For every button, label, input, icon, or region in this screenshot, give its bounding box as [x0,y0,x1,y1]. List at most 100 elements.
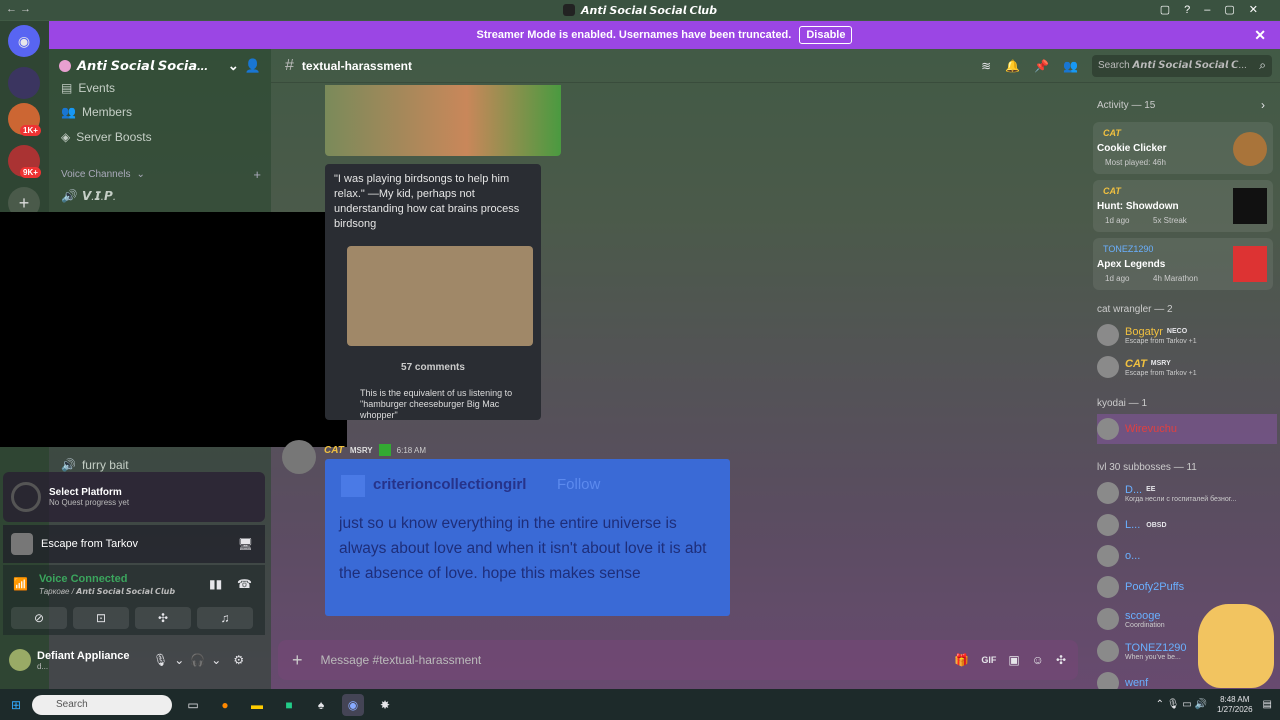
screen-share-icon[interactable]: 🖥 [238,537,253,551]
microphone-icon[interactable]: 🎙 [153,653,168,667]
chevron-down-icon[interactable]: ⌄ [174,653,184,667]
member-item[interactable]: o... [1097,541,1277,571]
voice-channel-vip[interactable]: 🔊 𝙑.𝙄.𝙋. [49,185,271,207]
member-name: Poofy2Puffs [1125,581,1185,593]
disconnect-icon[interactable]: ☎ [237,577,252,591]
discord-icon[interactable]: ◉ [342,693,364,716]
message-author[interactable]: CAT [324,445,344,456]
activity-detail: 4h Marathon [1153,274,1198,283]
pin-icon[interactable]: 📌 [1034,59,1049,73]
member-list-icon[interactable]: 👥 [1063,59,1078,73]
group-header: lvl 30 subbosses — 11 [1097,462,1197,473]
tumblr-post[interactable]: criterioncollectiongirl Follow just so u… [325,459,730,616]
member-item[interactable]: CAT MSRY Escape from Tarkov +1 [1097,352,1277,382]
window-titlebar: ← → 𝘼𝙣𝙩𝙞 𝙎𝙤𝙘𝙞𝙖𝙡 𝙎𝙤𝙘𝙞𝙖𝙡 𝘾𝙡𝙪𝙗 ▢?–▢✕ [0,0,1280,20]
member-item[interactable]: Wirevuchu [1097,414,1277,444]
headphones-icon[interactable]: 🎧 [190,653,205,667]
add-channel-icon[interactable]: + [253,167,261,182]
quest-progress-icon [11,482,41,512]
gif-icon[interactable]: GIF [981,655,996,665]
notification-icon[interactable]: ▤ [1263,699,1272,710]
avatar[interactable] [282,440,316,474]
guild-tag: OBSD [1146,521,1167,529]
voice-channels-header[interactable]: Voice Channels ⌄ + [49,163,271,185]
sidebar-item-events[interactable]: ▤ Events [49,77,271,99]
member-item[interactable]: D... EE Когда несли с госпиталей безног... [1097,478,1277,508]
follow-link[interactable]: Follow [557,476,600,493]
date: 1/27/2026 [1216,704,1253,714]
activity-panel[interactable]: Escape from Tarkov 🖥 [3,525,265,563]
avatar [1097,324,1119,346]
activity-card[interactable]: TONEZ1290 Apex Legends 1d ago 4h Maratho… [1093,238,1273,290]
game-icon[interactable]: ✸ [374,694,396,716]
firefox-icon[interactable]: ● [214,694,236,716]
member-name: CAT [1125,357,1147,370]
voice-channel: Тарковe / 𝘼𝙣𝙩𝙞 𝙎𝙤𝙘𝙞𝙖𝙡 𝙎𝙤𝙘𝙞𝙖𝙡 𝘾𝙡𝙪𝙗 [39,587,176,596]
activities-button[interactable]: ✣ [135,607,191,629]
explorer-icon[interactable]: ▬ [246,694,268,716]
steam-icon[interactable]: ♠ [310,694,332,716]
soundboard-button[interactable]: ♫ [197,607,253,629]
speaker-icon: 🔊 [61,189,76,203]
voice-panel: 📶 Voice Connected Тарковe / 𝘼𝙣𝙩𝙞 𝙎𝙤𝙘𝙞𝙖𝙡 … [3,565,265,635]
taskbar-search[interactable]: Search [32,694,172,715]
cat-image[interactable] [347,246,533,346]
member-item[interactable]: Poofy2Puffs [1097,572,1277,602]
member-item[interactable]: Bogatyr NECO Escape from Tarkov +1 [1097,320,1277,350]
comments-count[interactable]: 57 comments [325,362,541,373]
sticker-icon[interactable]: ▣ [1008,653,1019,667]
avatar [1097,640,1119,662]
screen-share-button[interactable]: ⊡ [73,607,129,629]
nav-back-icon[interactable]: ← → [6,3,31,15]
meme-image[interactable] [325,85,561,156]
discord-home-icon[interactable]: ◉ [8,25,40,57]
sidebar-item-label: Events [78,81,116,95]
sidebar-item-members[interactable]: 👥 Members [49,99,271,125]
invite-icon[interactable]: 👤 [245,58,261,74]
bell-icon[interactable]: 🔔 [1005,59,1020,73]
message-composer[interactable]: + Message #textual-harassment 🎁 GIF ▣ ☺ … [278,640,1078,680]
post-username: criterioncollectiongirl [373,476,527,493]
window-controls[interactable]: ▢?–▢✕ [1160,3,1272,16]
member-status: Escape from Tarkov +1 [1125,337,1197,345]
badge-icon [378,444,391,456]
hunt-icon [1233,188,1267,224]
avatar[interactable] [9,649,31,671]
close-icon[interactable]: ✕ [1254,27,1266,44]
black-overlay [0,212,347,447]
chevron-down-icon[interactable]: ⌄ [211,653,221,667]
member-name: Wirevuchu [1125,423,1177,435]
gift-icon[interactable]: 🎁 [954,653,969,667]
sidebar-item-boosts[interactable]: ◈ Server Boosts [49,125,271,149]
noise-icon[interactable]: ▮▮ [209,577,222,591]
tray-icons[interactable]: ⌃ 🎙 ▭ 🔊 [1156,699,1207,710]
threads-icon[interactable]: ≋ [981,59,991,73]
embed-quote: "I was playing birdsongs to help him rel… [334,173,520,230]
emoji-icon[interactable]: ☺ [1032,653,1044,667]
add-attachment-icon[interactable]: + [292,650,303,671]
message-time: 6:18 AM [396,445,426,455]
voice-status[interactable]: Voice Connected [39,573,127,585]
clock[interactable]: 8:48 AM 1/27/2026 [1217,695,1253,715]
activity-game: Escape from Tarkov [41,538,139,550]
chevron-right-icon[interactable]: › [1261,98,1265,112]
app-icon[interactable]: ■ [278,694,300,716]
boost-icon: ◈ [61,130,71,144]
search-box[interactable]: Search 𝘼𝙣𝙩𝙞 𝙎𝙤𝙘𝙞𝙖𝙡 𝙎𝙤𝙘𝙞𝙖𝙡 𝘾... ⌕ [1092,54,1272,77]
member-item[interactable]: L... OBSD [1097,510,1277,540]
member-name: D... [1125,483,1143,496]
search-placeholder: Search 𝘼𝙣𝙩𝙞 𝙎𝙤𝙘𝙞𝙖𝙡 𝙎𝙤𝙘𝙞𝙖𝙡 𝘾... [1098,60,1247,71]
windows-start-icon[interactable]: ⊞ [5,694,27,716]
gear-icon[interactable]: ⚙ [233,653,244,667]
apps-icon[interactable]: ✣ [1056,653,1066,667]
task-view-icon[interactable]: ▭ [182,694,204,716]
camera-off-button[interactable]: ⊘ [11,607,67,629]
activity-card[interactable]: CAT Cookie Clicker Most played: 46h [1093,122,1273,174]
activity-user: TONEZ1290 [1103,244,1154,254]
activity-card[interactable]: CAT Hunt: Showdown 1d ago 5x Streak [1093,180,1273,232]
guild-tag: MSRY [349,445,373,455]
disable-button[interactable]: Disable [799,26,853,44]
quest-panel[interactable]: Select Platform No Quest progress yet [3,472,265,522]
message-header: CAT MSRY 6:18 AM [324,444,426,456]
server-icon[interactable] [8,67,40,99]
